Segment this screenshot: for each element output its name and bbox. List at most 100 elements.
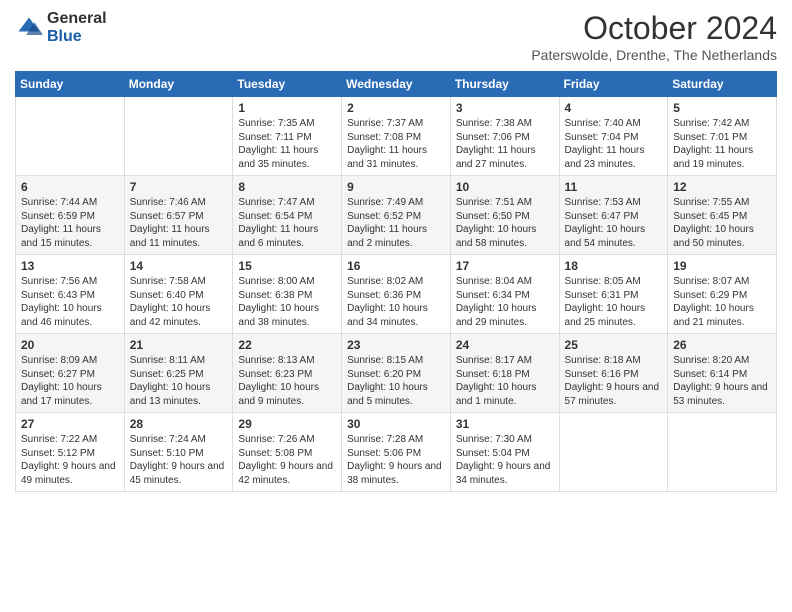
col-sunday: Sunday: [16, 72, 125, 97]
calendar-cell: 3 Sunrise: 7:38 AMSunset: 7:06 PMDaylight…: [450, 97, 559, 176]
daylight-text: Daylight: 9 hours and 42 minutes.: [238, 461, 333, 486]
sunset-text: Sunset: 5:06 PM: [347, 448, 421, 459]
day-number: 30: [347, 417, 445, 431]
calendar-cell: 11Sunrise: 7:53 AMSunset: 6:47 PMDayligh…: [559, 176, 668, 255]
daylight-text: Daylight: 9 hours and 49 minutes.: [21, 461, 116, 486]
sunrise-text: Sunrise: 8:20 AM: [673, 355, 749, 366]
calendar-cell: 21Sunrise: 8:11 AMSunset: 6:25 PMDayligh…: [124, 334, 233, 413]
sunrise-text: Sunrise: 7:49 AM: [347, 197, 423, 208]
daylight-text: Daylight: 10 hours and 46 minutes.: [21, 303, 102, 328]
day-info: Sunrise: 8:13 AMSunset: 6:23 PMDaylight:…: [238, 354, 336, 408]
day-number: 24: [456, 338, 554, 352]
logo: General Blue: [15, 10, 107, 45]
day-info: Sunrise: 7:22 AMSunset: 5:12 PMDaylight:…: [21, 433, 119, 487]
sunset-text: Sunset: 6:59 PM: [21, 211, 95, 222]
sunset-text: Sunset: 7:11 PM: [238, 132, 311, 143]
day-number: 31: [456, 417, 554, 431]
calendar-week-1: 1Sunrise: 7:35 AMSunset: 7:11 PMDaylight…: [16, 97, 777, 176]
day-info: Sunrise: 7:44 AMSunset: 6:59 PMDaylight:…: [21, 196, 119, 250]
calendar-cell: 18Sunrise: 8:05 AMSunset: 6:31 PMDayligh…: [559, 255, 668, 334]
calendar-cell: 25Sunrise: 8:18 AMSunset: 6:16 PMDayligh…: [559, 334, 668, 413]
calendar-cell: 30Sunrise: 7:28 AMSunset: 5:06 PMDayligh…: [342, 413, 451, 492]
daylight-text: Daylight: 11 hours and 2 minutes.: [347, 224, 427, 249]
day-info: Sunrise: 7:24 AMSunset: 5:10 PMDaylight:…: [130, 433, 228, 487]
calendar-cell: 2Sunrise: 7:37 AMSunset: 7:08 PMDaylight…: [342, 97, 451, 176]
sunrise-text: Sunrise: 8:05 AM: [565, 276, 641, 287]
title-block: October 2024 Paterswolde, Drenthe, The N…: [531, 10, 777, 63]
sunrise-text: Sunrise: 8:13 AM: [238, 355, 314, 366]
sunrise-text: Sunrise: 8:18 AM: [565, 355, 641, 366]
day-number: 9: [347, 180, 445, 194]
calendar-cell: 19Sunrise: 8:07 AMSunset: 6:29 PMDayligh…: [668, 255, 777, 334]
daylight-text: Daylight: 10 hours and 54 minutes.: [565, 224, 646, 249]
calendar-cell: 14Sunrise: 7:58 AMSunset: 6:40 PMDayligh…: [124, 255, 233, 334]
daylight-text: Daylight: 10 hours and 34 minutes.: [347, 303, 428, 328]
sunrise-text: Sunrise: 7:26 AM: [238, 434, 314, 445]
day-number: 6: [21, 180, 119, 194]
sunset-text: Sunset: 6:25 PM: [130, 369, 204, 380]
daylight-text: Daylight: 11 hours and 15 minutes.: [21, 224, 101, 249]
col-wednesday: Wednesday: [342, 72, 451, 97]
day-number: 22: [238, 338, 336, 352]
calendar-cell: 9 Sunrise: 7:49 AMSunset: 6:52 PMDaylight…: [342, 176, 451, 255]
calendar-cell: 5Sunrise: 7:42 AMSunset: 7:01 PMDaylight…: [668, 97, 777, 176]
day-info: Sunrise: 7:38 AMSunset: 7:06 PMDaylight:…: [456, 117, 554, 171]
daylight-text: Daylight: 10 hours and 17 minutes.: [21, 382, 102, 407]
calendar-cell: [559, 413, 668, 492]
sunrise-text: Sunrise: 8:07 AM: [673, 276, 749, 287]
sunrise-text: Sunrise: 7:56 AM: [21, 276, 97, 287]
daylight-text: Daylight: 9 hours and 53 minutes.: [673, 382, 768, 407]
day-info: Sunrise: 7:56 AMSunset: 6:43 PMDaylight:…: [21, 275, 119, 329]
day-info: Sunrise: 7:47 AMSunset: 6:54 PMDaylight:…: [238, 196, 336, 250]
col-monday: Monday: [124, 72, 233, 97]
sunset-text: Sunset: 6:54 PM: [238, 211, 312, 222]
sunset-text: Sunset: 7:08 PM: [347, 132, 421, 143]
location-subtitle: Paterswolde, Drenthe, The Netherlands: [531, 47, 777, 63]
daylight-text: Daylight: 10 hours and 21 minutes.: [673, 303, 754, 328]
calendar-cell: 7Sunrise: 7:46 AMSunset: 6:57 PMDaylight…: [124, 176, 233, 255]
day-info: Sunrise: 7:49 AMSunset: 6:52 PMDaylight:…: [347, 196, 445, 250]
sunrise-text: Sunrise: 7:53 AM: [565, 197, 641, 208]
calendar-week-5: 27 Sunrise: 7:22 AMSunset: 5:12 PMDayligh…: [16, 413, 777, 492]
col-thursday: Thursday: [450, 72, 559, 97]
sunrise-text: Sunrise: 8:04 AM: [456, 276, 532, 287]
calendar-cell: 29Sunrise: 7:26 AMSunset: 5:08 PMDayligh…: [233, 413, 342, 492]
daylight-text: Daylight: 11 hours and 27 minutes.: [456, 145, 536, 170]
sunset-text: Sunset: 5:08 PM: [238, 448, 312, 459]
day-number: 3: [456, 101, 554, 115]
sunrise-text: Sunrise: 8:09 AM: [21, 355, 97, 366]
sunrise-text: Sunrise: 8:02 AM: [347, 276, 423, 287]
daylight-text: Daylight: 10 hours and 42 minutes.: [130, 303, 211, 328]
calendar-cell: 17Sunrise: 8:04 AMSunset: 6:34 PMDayligh…: [450, 255, 559, 334]
sunset-text: Sunset: 6:47 PM: [565, 211, 639, 222]
daylight-text: Daylight: 10 hours and 13 minutes.: [130, 382, 211, 407]
calendar-table: Sunday Monday Tuesday Wednesday Thursday…: [15, 71, 777, 492]
sunset-text: Sunset: 7:06 PM: [456, 132, 530, 143]
day-number: 26: [673, 338, 771, 352]
day-info: Sunrise: 7:58 AMSunset: 6:40 PMDaylight:…: [130, 275, 228, 329]
sunset-text: Sunset: 6:50 PM: [456, 211, 530, 222]
col-friday: Friday: [559, 72, 668, 97]
sunset-text: Sunset: 6:14 PM: [673, 369, 747, 380]
day-number: 28: [130, 417, 228, 431]
sunrise-text: Sunrise: 8:00 AM: [238, 276, 314, 287]
daylight-text: Daylight: 9 hours and 38 minutes.: [347, 461, 442, 486]
day-info: Sunrise: 7:26 AM Sunset: 5:08 PM Daylight:…: [238, 433, 336, 487]
header: General Blue October 2024 Paterswolde, D…: [15, 10, 777, 63]
sunrise-text: Sunrise: 8:15 AM: [347, 355, 423, 366]
day-number: 19: [673, 259, 771, 273]
calendar-cell: 28 Sunrise: 7:24 AMSunset: 5:10 PMDayligh…: [124, 413, 233, 492]
sunset-text: Sunset: 6:18 PM: [456, 369, 530, 380]
day-number: 1: [238, 101, 336, 115]
daylight-text: Daylight: 11 hours and 31 minutes.: [347, 145, 427, 170]
calendar-cell: 23Sunrise: 8:15 AMSunset: 6:20 PMDayligh…: [342, 334, 451, 413]
day-info: Sunrise: 8:18 AMSunset: 6:16 PMDaylight:…: [565, 354, 663, 408]
calendar-cell: 13Sunrise: 7:56 AMSunset: 6:43 PMDayligh…: [16, 255, 125, 334]
day-number: 27: [21, 417, 119, 431]
daylight-text: Daylight: 11 hours and 23 minutes.: [565, 145, 645, 170]
day-number: 12: [673, 180, 771, 194]
calendar-cell: 15Sunrise: 8:00 AMSunset: 6:38 PMDayligh…: [233, 255, 342, 334]
day-info: Sunrise: 7:46 AMSunset: 6:57 PMDaylight:…: [130, 196, 228, 250]
sunrise-text: Sunrise: 7:24 AM: [130, 434, 206, 445]
daylight-text: Daylight: 11 hours and 35 minutes.: [238, 145, 318, 170]
